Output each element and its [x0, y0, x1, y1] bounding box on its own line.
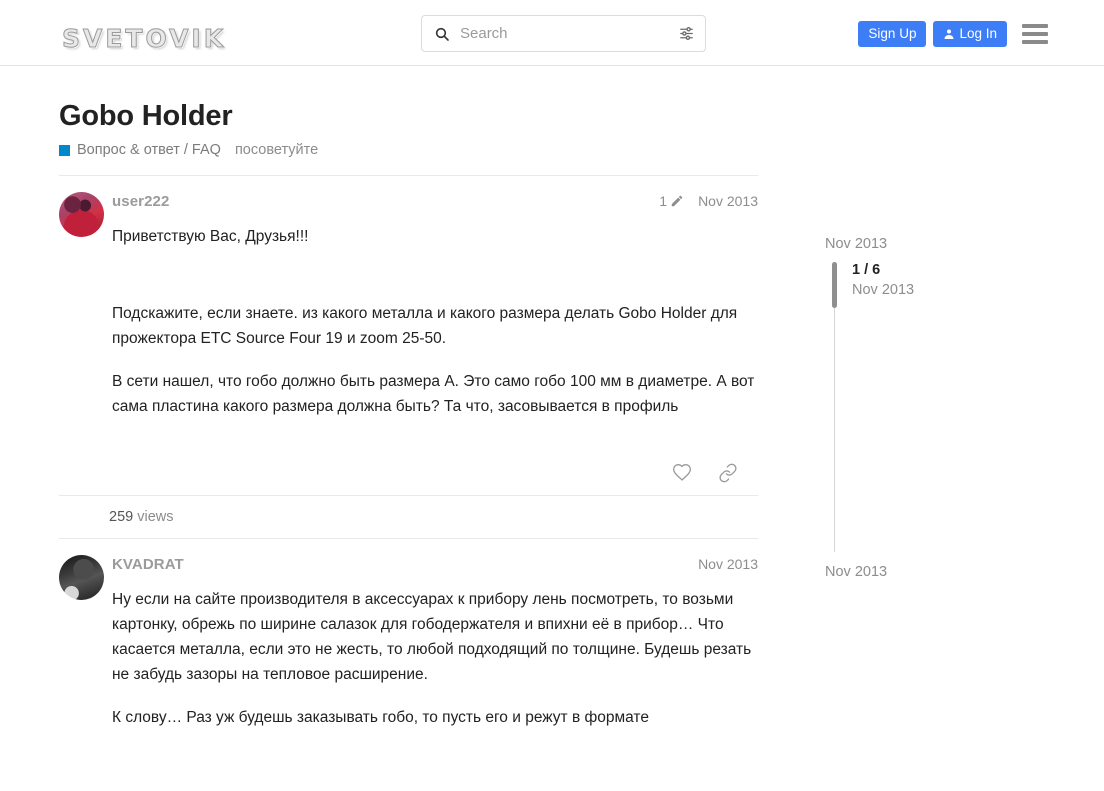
hamburger-menu-icon[interactable]	[1022, 24, 1048, 44]
post-paragraph: Приветствую Вас, Друзья!!!	[112, 228, 309, 245]
search-bar[interactable]	[421, 15, 706, 52]
post-1-header: user222 1 Nov 2013	[112, 190, 758, 212]
timeline-top-date: Nov 2013	[825, 236, 888, 252]
post-paragraph: Подскажите, если знаете. из какого метал…	[112, 305, 738, 347]
filter-sliders-icon[interactable]	[678, 25, 695, 42]
views-count: 259	[109, 509, 134, 525]
site-header: SVETOVIK Sign Up Log In	[0, 0, 1104, 66]
category-color-square	[59, 144, 70, 156]
page-title: Gobo Holder	[59, 100, 233, 132]
post-2-body: KVADRAT Nov 2013 Ну если на сайте произв…	[112, 553, 758, 730]
tag-link[interactable]: посоветуйте	[235, 142, 318, 158]
topic-timeline[interactable]: Nov 2013 1 / 6 Nov 2013 Nov 2013	[825, 236, 1025, 580]
heart-icon[interactable]	[672, 463, 692, 483]
link-icon[interactable]	[718, 463, 738, 483]
post-1-meta: 1 Nov 2013	[659, 193, 758, 209]
post-1: user222 1 Nov 2013 Приветствую Вас, Друз…	[59, 176, 758, 495]
post-1-body: user222 1 Nov 2013 Приветствую Вас, Друз…	[112, 190, 758, 495]
topic-breadcrumb: Вопрос & ответ / FAQ посоветуйте	[59, 142, 758, 158]
timeline-scrubber-labels: 1 / 6 Nov 2013	[852, 260, 914, 300]
post-2-top: KVADRAT Nov 2013 Ну если на сайте произв…	[59, 539, 758, 730]
post-1-top: user222 1 Nov 2013 Приветствую Вас, Друз…	[59, 176, 758, 495]
topic-container: Gobo Holder Вопрос & ответ / FAQ посовет…	[59, 100, 758, 730]
post-2-header: KVADRAT Nov 2013	[112, 553, 758, 575]
search-icon	[435, 27, 449, 41]
sign-up-button[interactable]: Sign Up	[858, 21, 927, 47]
search-input[interactable]	[450, 24, 678, 43]
header-actions: Sign Up Log In	[858, 21, 1048, 47]
post-date[interactable]: Nov 2013	[698, 193, 758, 209]
post-author[interactable]: user222	[112, 193, 169, 210]
timeline-position: 1 / 6	[852, 262, 881, 278]
views-row: 259 views	[59, 496, 758, 538]
post-1-content: Приветствую Вас, Друзья!!! Подскажите, е…	[112, 224, 758, 419]
post-2-meta: Nov 2013	[690, 556, 758, 572]
user-icon	[944, 29, 954, 39]
post-paragraph: В сети нашел, что гобо должно быть разме…	[112, 373, 755, 415]
avatar[interactable]	[59, 555, 104, 600]
site-logo[interactable]: SVETOVIK	[61, 24, 226, 54]
post-paragraph: К слову… Раз уж будешь заказывать гобо, …	[112, 709, 649, 726]
post-paragraph: Ну если на сайте производителя в аксессу…	[112, 591, 752, 683]
log-in-button[interactable]: Log In	[933, 21, 1007, 47]
post-2: KVADRAT Nov 2013 Ну если на сайте произв…	[59, 539, 758, 730]
log-in-label: Log In	[959, 26, 997, 42]
avatar[interactable]	[59, 192, 104, 237]
post-2-content: Ну если на сайте производителя в аксессу…	[112, 587, 758, 730]
timeline-bottom-date: Nov 2013	[825, 564, 888, 580]
edit-indicator[interactable]: 1	[659, 193, 684, 209]
category-link[interactable]: Вопрос & ответ / FAQ	[77, 142, 221, 158]
edit-count-label: 1	[659, 193, 668, 209]
views-label: views	[137, 509, 174, 525]
timeline-position-date: Nov 2013	[852, 282, 915, 298]
post-1-actions	[112, 419, 758, 495]
post-date[interactable]: Nov 2013	[698, 556, 758, 572]
post-author[interactable]: KVADRAT	[112, 556, 184, 573]
pencil-icon	[671, 195, 683, 207]
timeline-track[interactable]: 1 / 6 Nov 2013	[832, 260, 1025, 552]
timeline-scrubber-handle[interactable]	[832, 262, 837, 308]
page-content: Gobo Holder Вопрос & ответ / FAQ посовет…	[0, 66, 1104, 791]
